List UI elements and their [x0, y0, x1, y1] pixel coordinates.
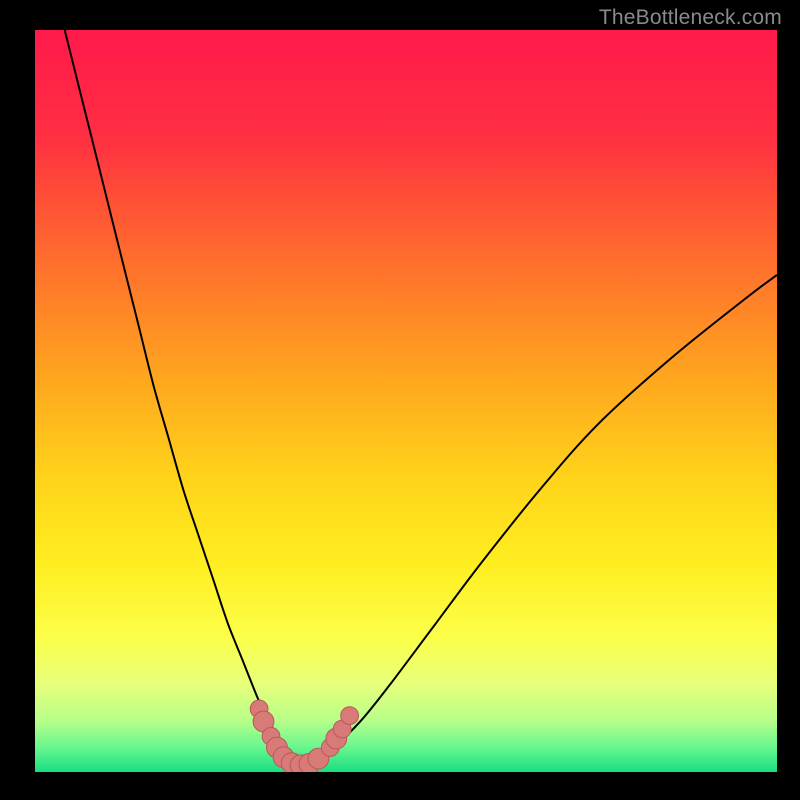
- chart-frame: TheBottleneck.com: [0, 0, 800, 800]
- curve-marker: [341, 707, 359, 725]
- watermark-text: TheBottleneck.com: [599, 6, 782, 30]
- bottleneck-curve: [35, 30, 777, 772]
- plot-area: [35, 30, 777, 772]
